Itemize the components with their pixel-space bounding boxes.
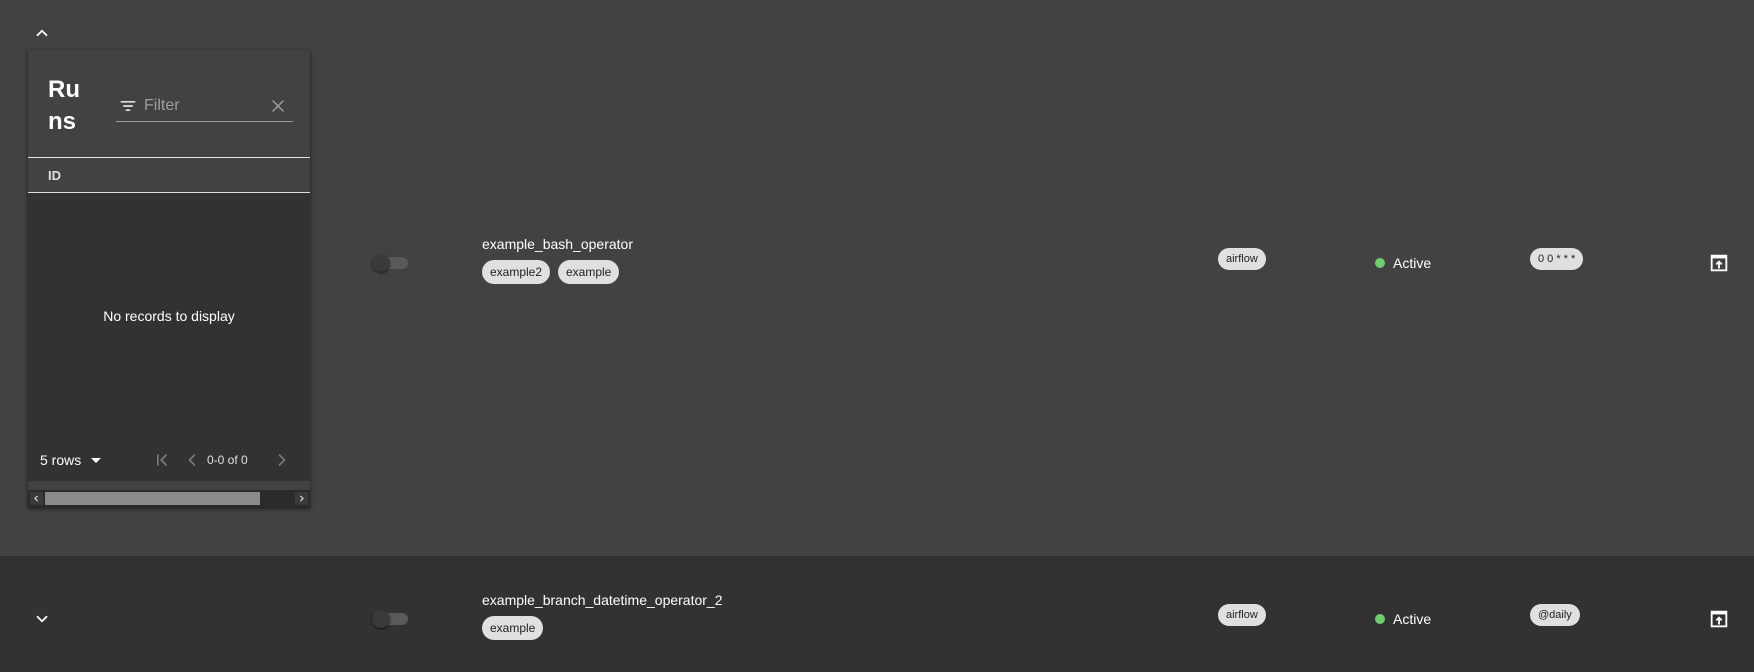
toggle-knob	[372, 254, 390, 272]
caret-down-icon	[91, 457, 102, 463]
scrollbar-thumb[interactable]	[45, 492, 260, 505]
dag-pause-toggle[interactable]	[372, 253, 408, 273]
runs-title: Runs	[48, 76, 80, 135]
runs-panel: Runs ID No records to display 5 rows 0-0…	[28, 50, 310, 507]
tag-chip[interactable]: example2	[482, 260, 551, 284]
collapse-row-button[interactable]	[30, 21, 54, 45]
chevron-up-icon	[36, 29, 48, 37]
owner-chip[interactable]: airflow	[1218, 604, 1266, 626]
open-in-new-icon[interactable]	[1708, 252, 1730, 274]
filter-input[interactable]	[144, 94, 262, 118]
runs-table-body: No records to display	[28, 193, 310, 481]
chevron-right-icon	[299, 495, 304, 502]
first-page-icon[interactable]	[152, 450, 172, 470]
status-dot	[1375, 614, 1385, 624]
open-in-new-icon[interactable]	[1708, 608, 1730, 630]
rows-per-page-select[interactable]: 5 rows	[40, 452, 102, 468]
runs-column-header: ID	[28, 157, 310, 193]
schedule-chip[interactable]: @daily	[1530, 604, 1580, 626]
tag-chip[interactable]: example	[482, 616, 544, 640]
rows-per-page-value: 5 rows	[40, 452, 82, 468]
filter-icon	[120, 101, 136, 111]
dag-row: example_branch_datetime_operator_2 examp…	[0, 556, 1754, 672]
dag-name[interactable]: example_branch_datetime_operator_2	[482, 592, 723, 608]
dag-pause-toggle[interactable]	[372, 609, 408, 629]
previous-page-icon[interactable]	[182, 450, 202, 470]
empty-message: No records to display	[103, 308, 235, 324]
status-label: Active	[1393, 255, 1432, 271]
pagination: 5 rows 0-0 of 0	[28, 440, 310, 480]
horizontal-scrollbar[interactable]	[28, 490, 310, 507]
dag-name[interactable]: example_bash_operator	[482, 236, 633, 252]
expand-row-button[interactable]	[30, 607, 54, 631]
next-page-icon[interactable]	[272, 450, 292, 470]
dag-row-expanded: Runs ID No records to display 5 rows 0-0…	[0, 0, 1754, 556]
column-header-id[interactable]: ID	[48, 168, 61, 183]
scroll-left-arrow[interactable]	[30, 492, 43, 505]
scroll-right-arrow[interactable]	[295, 492, 308, 505]
filter-field[interactable]	[116, 90, 293, 122]
clear-filter-icon[interactable]	[268, 96, 288, 116]
runs-header: Runs	[28, 50, 310, 157]
status-dot	[1375, 258, 1385, 268]
page-info: 0-0 of 0	[207, 453, 248, 467]
toggle-knob	[372, 610, 390, 628]
chevron-left-icon	[34, 495, 39, 502]
chevron-down-icon	[36, 615, 48, 623]
owner-chip[interactable]: airflow	[1218, 248, 1266, 270]
schedule-chip[interactable]: 0 0 * * *	[1530, 248, 1584, 270]
tag-chip[interactable]: example	[558, 260, 620, 284]
status-indicator: Active	[1375, 611, 1431, 627]
status-indicator: Active	[1375, 255, 1431, 271]
status-label: Active	[1393, 611, 1432, 627]
